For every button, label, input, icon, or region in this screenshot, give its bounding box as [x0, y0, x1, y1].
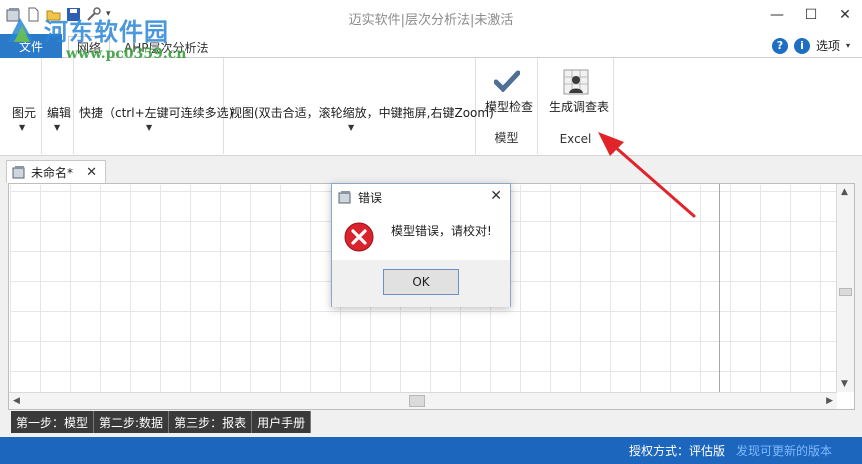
- dialog-title: 错误: [358, 190, 383, 205]
- dialog-body: 模型错误，请校对!: [332, 210, 510, 260]
- ribbon-group-view[interactable]: 视图(双击合适，滚轮缩放，中键拖屏,右键Zoom) ▼: [224, 58, 494, 154]
- chevron-down-icon: ▼: [54, 123, 61, 132]
- document-tab-label: 未命名*: [31, 165, 74, 180]
- step-data-button[interactable]: 第二步:数据: [94, 411, 170, 433]
- close-button[interactable]: ✕: [828, 0, 862, 30]
- info-icon[interactable]: i: [793, 37, 810, 54]
- maximize-button[interactable]: ☐: [794, 0, 828, 30]
- checkmark-icon: [494, 70, 520, 92]
- elements-button-label: 图元: [12, 106, 37, 120]
- scroll-left-icon[interactable]: ◀: [13, 396, 20, 406]
- vertical-scroll-thumb[interactable]: [839, 288, 852, 296]
- ok-button[interactable]: OK: [383, 269, 459, 295]
- window-title: 迈实软件|层次分析法|未激活: [348, 13, 514, 28]
- step-model-button[interactable]: 第一步：模型: [11, 411, 95, 433]
- document-icon: [12, 166, 25, 179]
- edit-button-label: 编辑: [47, 106, 72, 120]
- dialog-app-icon: [338, 191, 351, 204]
- model-check-button[interactable]: 模型检查: [476, 58, 538, 118]
- status-bar: 授权方式：评估版 发现可更新的版本: [0, 437, 862, 464]
- document-tab-strip: 未命名* ✕: [0, 157, 862, 183]
- help-icon[interactable]: ?: [771, 37, 788, 54]
- ribbon-group-model: 模型检查 模型: [476, 58, 538, 154]
- ribbon-group-edit[interactable]: 编辑 ▼: [42, 58, 74, 154]
- window-controls: — ☐ ✕: [760, 0, 862, 30]
- error-dialog: 错误 ✕ 模型错误，请校对! OK: [331, 183, 511, 307]
- ribbon-group-shortcut[interactable]: 快捷（ctrl+左键可连续多选) ▼: [74, 58, 233, 154]
- license-status: 授权方式：评估版: [629, 444, 726, 458]
- view-button-label: 视图(双击合适，滚轮缩放，中键拖屏,右键Zoom): [230, 106, 494, 120]
- close-tab-icon[interactable]: ✕: [86, 165, 97, 180]
- canvas-divider: [719, 184, 720, 392]
- step-bar: 第一步：模型 第二步:数据 第三步：报表 用户手册: [11, 411, 312, 433]
- help-area: ? i 选项 ▾: [771, 37, 850, 54]
- horizontal-scroll-thumb[interactable]: [409, 395, 425, 407]
- tab-ahp[interactable]: AHP层次分析法: [116, 36, 216, 59]
- title-bar: ▾ 迈实软件|层次分析法|未激活 — ☐ ✕: [0, 0, 862, 34]
- chevron-down-icon[interactable]: ▾: [846, 41, 850, 50]
- scroll-down-icon[interactable]: ▼: [841, 379, 848, 389]
- vertical-scrollbar[interactable]: ▲ ▼: [836, 184, 854, 392]
- model-check-label: 模型检查: [485, 100, 534, 114]
- scroll-up-icon[interactable]: ▲: [841, 187, 848, 197]
- dialog-title-bar: 错误 ✕: [332, 184, 510, 210]
- generate-survey-button[interactable]: 生成调查表: [538, 58, 614, 118]
- step-report-button[interactable]: 第三步：报表: [169, 411, 253, 433]
- dialog-message: 模型错误，请校对!: [391, 224, 492, 238]
- file-tab[interactable]: 文件: [0, 34, 62, 58]
- ribbon-group-elements[interactable]: 图元 ▼: [0, 58, 42, 154]
- ribbon-group-excel: 生成调查表 Excel: [538, 58, 614, 154]
- survey-sheet-icon: [563, 69, 589, 95]
- update-link[interactable]: 发现可更新的版本: [736, 442, 832, 459]
- chevron-down-icon: ▼: [146, 123, 153, 132]
- group-label-excel: Excel: [559, 132, 592, 146]
- minimize-button[interactable]: —: [760, 0, 794, 30]
- dialog-close-icon[interactable]: ✕: [490, 188, 502, 204]
- ribbon-tab-row: 文件 网络 AHP层次分析法 ? i 选项 ▾: [0, 34, 862, 59]
- horizontal-scrollbar[interactable]: ◀ ▶: [9, 392, 837, 409]
- chevron-down-icon: ▼: [348, 123, 355, 132]
- error-icon: [344, 222, 374, 252]
- chevron-down-icon: ▼: [19, 123, 26, 132]
- shortcut-button-label: 快捷（ctrl+左键可连续多选): [79, 106, 234, 120]
- ribbon: 图元 ▼ 编辑 ▼ 快捷（ctrl+左键可连续多选) ▼ 视图(双击合适，滚轮缩…: [0, 58, 862, 156]
- tab-network[interactable]: 网络: [68, 36, 111, 59]
- options-menu[interactable]: 选项: [816, 37, 840, 54]
- user-manual-button[interactable]: 用户手册: [252, 411, 312, 433]
- dialog-footer: OK: [332, 260, 510, 307]
- group-label-model: 模型: [494, 131, 519, 145]
- generate-survey-label: 生成调查表: [549, 100, 610, 114]
- document-tab[interactable]: 未命名* ✕: [6, 160, 106, 183]
- scroll-right-icon[interactable]: ▶: [826, 396, 833, 406]
